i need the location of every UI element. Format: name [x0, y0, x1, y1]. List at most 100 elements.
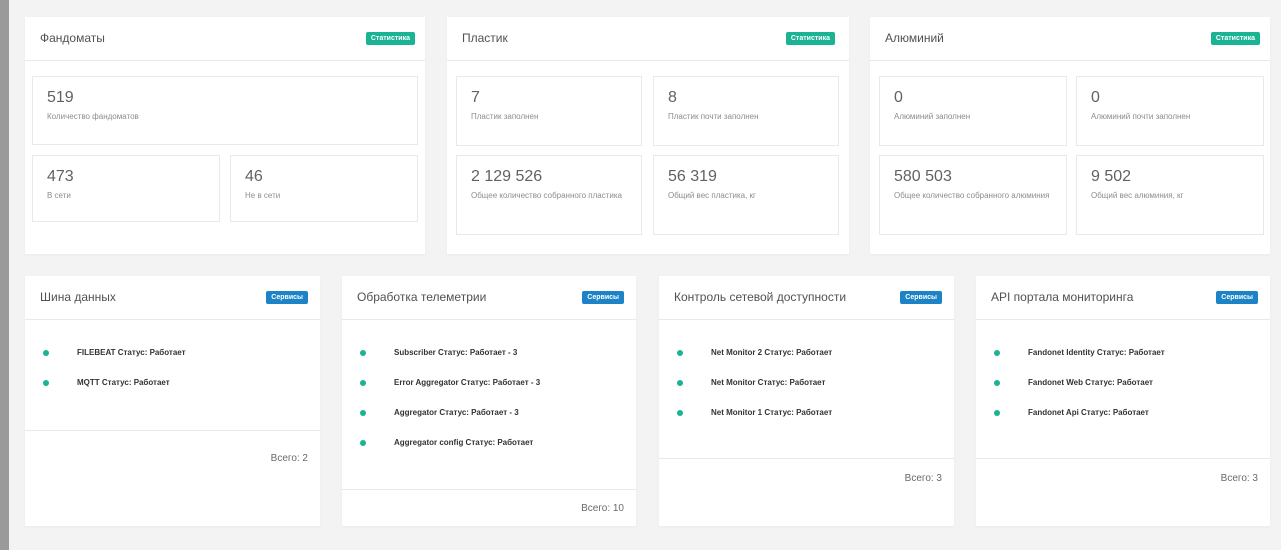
network-footer: Всего: 3: [659, 458, 954, 526]
service-label: Subscriber Статус: Работает - 3: [394, 348, 518, 357]
status-dot-icon: [677, 380, 683, 386]
service-label: MQTT Статус: Работает: [77, 378, 170, 387]
service-label: Fandonet Api Статус: Работает: [1028, 408, 1149, 417]
api-portal-total: Всего: 3: [1220, 473, 1258, 484]
telemetry-card: Обработка телеметрии Сервисы Subscriber …: [342, 276, 636, 526]
stat-aluminum-full: 0 Алюминий заполнен: [879, 76, 1067, 146]
api-portal-services-badge[interactable]: Сервисы: [1216, 291, 1258, 304]
data-bus-footer: Всего: 2: [25, 430, 320, 526]
aluminum-title: Алюминий: [885, 31, 944, 45]
stat-plastic-collected: 2 129 526 Общее количество собранного пл…: [456, 155, 642, 235]
telemetry-footer: Всего: 10: [342, 489, 636, 526]
window-left-edge: [0, 0, 9, 550]
status-dot-icon: [677, 410, 683, 416]
service-label: Aggregator Статус: Работает - 3: [394, 408, 519, 417]
stat-value: 580 503: [894, 168, 952, 185]
stat-value: 0: [1091, 89, 1100, 106]
service-item: Fandonet Api Статус: Работает: [994, 408, 1165, 438]
service-label: Fandonet Identity Статус: Работает: [1028, 348, 1165, 357]
stat-value: 0: [894, 89, 903, 106]
data-bus-service-list: FILEBEAT Статус: Работает MQTT Статус: Р…: [43, 348, 186, 408]
aluminum-card-header: Алюминий Статистика: [870, 17, 1270, 61]
service-item: Subscriber Статус: Работает - 3: [360, 348, 540, 378]
api-portal-card: API портала мониторинга Сервисы Fandonet…: [976, 276, 1270, 526]
status-dot-icon: [360, 380, 366, 386]
stat-online: 473 В сети: [32, 155, 220, 222]
telemetry-services-badge[interactable]: Сервисы: [582, 291, 624, 304]
service-label: Aggregator config Статус: Работает: [394, 438, 534, 447]
stat-label: Общий вес пластика, кг: [668, 191, 756, 200]
service-item: Fandonet Identity Статус: Работает: [994, 348, 1165, 378]
status-dot-icon: [360, 440, 366, 446]
stat-plastic-weight: 56 319 Общий вес пластика, кг: [653, 155, 839, 235]
service-item: Net Monitor 1 Статус: Работает: [677, 408, 832, 438]
data-bus-total: Всего: 2: [270, 453, 308, 464]
stat-aluminum-weight: 9 502 Общий вес алюминия, кг: [1076, 155, 1264, 235]
plastic-card: Пластик Статистика 7 Пластик заполнен 8 …: [447, 17, 849, 254]
stat-label: Алюминий заполнен: [894, 112, 971, 121]
stat-value: 9 502: [1091, 168, 1132, 185]
fandomats-card: Фандоматы Статистика 519 Количество фанд…: [25, 17, 425, 254]
stat-value: 46: [245, 168, 263, 185]
api-portal-service-list: Fandonet Identity Статус: Работает Fando…: [994, 348, 1165, 438]
data-bus-card: Шина данных Сервисы FILEBEAT Статус: Раб…: [25, 276, 320, 526]
stat-aluminum-collected: 580 503 Общее количество собранного алюм…: [879, 155, 1067, 235]
service-label: FILEBEAT Статус: Работает: [77, 348, 186, 357]
stat-label: В сети: [47, 191, 71, 200]
stat-value: 56 319: [668, 168, 717, 185]
status-dot-icon: [360, 350, 366, 356]
service-item: Fandonet Web Статус: Работает: [994, 378, 1165, 408]
network-card: Контроль сетевой доступности Сервисы Net…: [659, 276, 954, 526]
plastic-stats-badge[interactable]: Статистика: [785, 32, 835, 45]
status-dot-icon: [677, 350, 683, 356]
stat-label: Не в сети: [245, 191, 281, 200]
service-label: Net Monitor Статус: Работает: [711, 378, 826, 387]
stat-plastic-almost-full: 8 Пластик почти заполнен: [653, 76, 839, 146]
api-portal-footer: Всего: 3: [976, 458, 1270, 526]
data-bus-title: Шина данных: [40, 290, 116, 304]
stat-offline: 46 Не в сети: [230, 155, 418, 222]
stat-value: 2 129 526: [471, 168, 543, 185]
service-label: Fandonet Web Статус: Работает: [1028, 378, 1153, 387]
status-dot-icon: [994, 380, 1000, 386]
stat-value: 473: [47, 168, 74, 185]
network-total: Всего: 3: [904, 473, 942, 484]
telemetry-title: Обработка телеметрии: [357, 290, 487, 304]
fandomats-title: Фандоматы: [40, 31, 105, 45]
service-label: Net Monitor 2 Статус: Работает: [711, 348, 833, 357]
fandomats-card-header: Фандоматы Статистика: [25, 17, 425, 61]
stat-label: Общее количество собранного пластика: [471, 191, 622, 200]
aluminum-stats-badge[interactable]: Статистика: [1210, 32, 1260, 45]
plastic-title: Пластик: [462, 31, 508, 45]
service-label: Net Monitor 1 Статус: Работает: [711, 408, 833, 417]
network-services-badge[interactable]: Сервисы: [900, 291, 942, 304]
telemetry-total: Всего: 10: [581, 503, 624, 514]
service-item: Net Monitor 2 Статус: Работает: [677, 348, 832, 378]
stat-label: Пластик заполнен: [471, 112, 539, 121]
stat-label: Пластик почти заполнен: [668, 112, 759, 121]
service-label: Error Aggregator Статус: Работает - 3: [394, 378, 541, 387]
api-portal-title: API портала мониторинга: [991, 290, 1134, 304]
plastic-card-header: Пластик Статистика: [447, 17, 849, 61]
service-item: Aggregator config Статус: Работает: [360, 438, 540, 468]
stat-label: Общий вес алюминия, кг: [1091, 191, 1184, 200]
aluminum-card: Алюминий Статистика 0 Алюминий заполнен …: [870, 17, 1270, 254]
stat-aluminum-almost-full: 0 Алюминий почти заполнен: [1076, 76, 1264, 146]
stat-value: 7: [471, 89, 480, 106]
network-title: Контроль сетевой доступности: [674, 290, 847, 304]
stat-value: 519: [47, 89, 74, 106]
stat-label: Общее количество собранного алюминия: [894, 191, 1050, 200]
service-item: MQTT Статус: Работает: [43, 378, 186, 408]
service-item: FILEBEAT Статус: Работает: [43, 348, 186, 378]
stat-plastic-full: 7 Пластик заполнен: [456, 76, 642, 146]
fandomats-stats-badge[interactable]: Статистика: [365, 32, 415, 45]
status-dot-icon: [43, 350, 49, 356]
api-portal-header: API портала мониторинга Сервисы: [976, 276, 1270, 320]
service-item: Error Aggregator Статус: Работает - 3: [360, 378, 540, 408]
data-bus-services-badge[interactable]: Сервисы: [266, 291, 308, 304]
stat-total-fandomats: 519 Количество фандоматов: [32, 76, 418, 145]
telemetry-header: Обработка телеметрии Сервисы: [342, 276, 636, 320]
status-dot-icon: [994, 350, 1000, 356]
status-dot-icon: [360, 410, 366, 416]
stat-value: 8: [668, 89, 677, 106]
